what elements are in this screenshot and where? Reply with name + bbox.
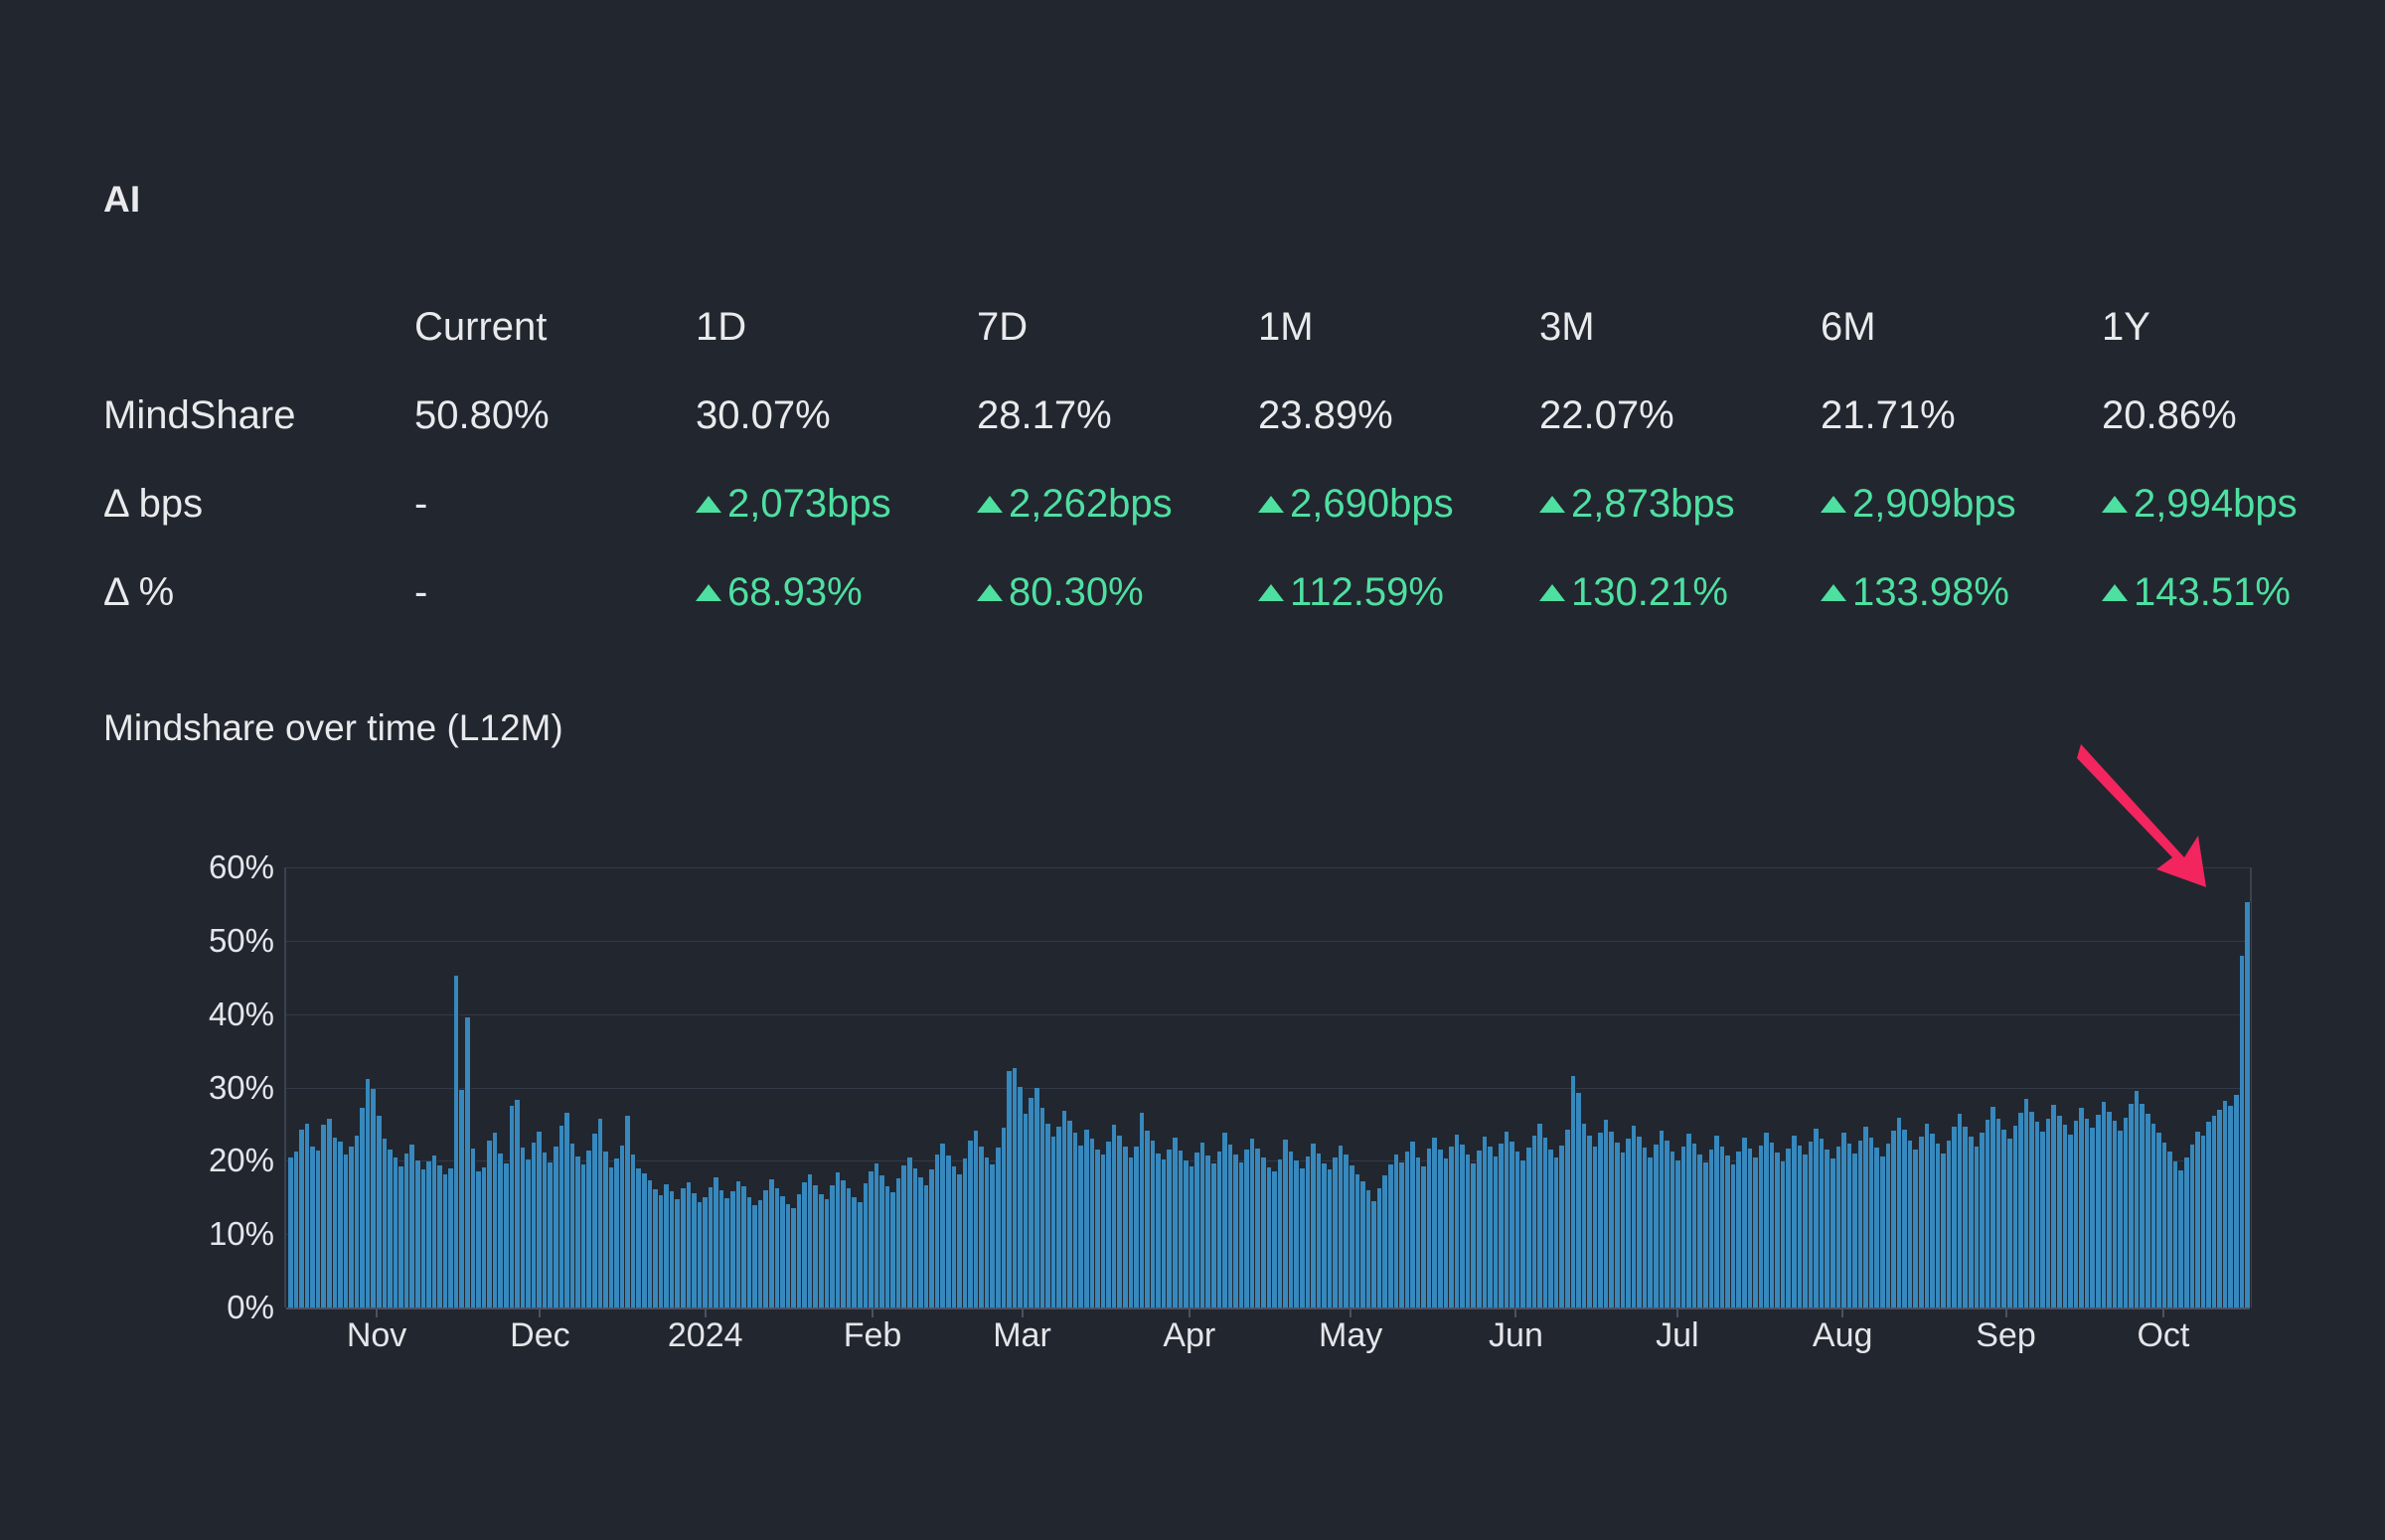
triangle-up-icon (1258, 584, 1284, 601)
x-tick-label: Jul (1656, 1316, 1699, 1354)
header-6m: 6M (1821, 305, 1876, 349)
x-tick-label: Aug (1812, 1316, 1873, 1354)
cell-r1-c1: 2,073bps (696, 460, 977, 548)
x-tick-label: Mar (993, 1316, 1051, 1354)
cell-r1-c2: 2,262bps (977, 460, 1258, 548)
cell-r2-c6: 143.51% (2102, 548, 2383, 637)
cell-r1-c4: 2,873bps (1539, 460, 1821, 548)
cell-value: 130.21% (1571, 570, 1728, 614)
y-tick-label: 40% (208, 995, 274, 1032)
page-title: AI (103, 179, 141, 220)
row-label-2: Δ % (103, 570, 175, 614)
gridline (286, 1308, 2250, 1309)
triangle-up-icon (1258, 496, 1284, 513)
cell-value: 80.30% (1009, 570, 1144, 614)
cell-r2-c5: 133.98% (1821, 548, 2102, 637)
cell-value: 2,994bps (2134, 482, 2298, 526)
cell-value: 2,262bps (1009, 482, 1173, 526)
x-tick-label: Apr (1163, 1316, 1216, 1354)
mindshare-chart: 60% 50% 40% 30% 20% 10% 0% Nov Dec 2024 Feb Mar Apr… (103, 840, 2280, 1356)
cell-r2-c0: - (414, 570, 428, 614)
triangle-up-icon (1539, 496, 1565, 513)
stats-table: Current 1D 7D 1M 3M 6M 1Y MindShare 50.80… (103, 283, 2383, 637)
cell-r2-c4: 130.21% (1539, 548, 1821, 637)
header-3m: 3M (1539, 305, 1595, 349)
table-row: Δ bps - 2,073bps 2,262bps 2,690bps 2,873bps 2,… (103, 460, 2383, 548)
cell-r1-c0: - (414, 482, 428, 526)
header-1d: 1D (696, 305, 747, 349)
table-header-row: Current 1D 7D 1M 3M 6M 1Y (103, 283, 2383, 372)
y-tick-label: 50% (208, 921, 274, 959)
triangle-up-icon (696, 584, 721, 601)
chart-title: Mindshare over time (L12M) (103, 707, 563, 748)
cell-r0-c6: 20.86% (2102, 393, 2237, 437)
triangle-up-icon (977, 584, 1003, 601)
y-axis-labels: 60% 50% 40% 30% 20% 10% 0% (103, 840, 274, 1325)
y-tick-label: 0% (227, 1289, 274, 1325)
cell-value: 2,873bps (1571, 482, 1735, 526)
triangle-up-icon (1539, 584, 1565, 601)
x-tick-label: Dec (510, 1316, 570, 1354)
header-1y: 1Y (2102, 305, 2150, 349)
x-axis-labels: Nov Dec 2024 Feb Mar Apr May Jun Jul Aug Sep Oct (284, 1309, 2252, 1372)
triangle-up-icon (1821, 496, 1846, 513)
header-1m: 1M (1258, 305, 1314, 349)
x-tick-label: Sep (1976, 1316, 2036, 1354)
triangle-up-icon (2102, 496, 2128, 513)
header-7d: 7D (977, 305, 1029, 349)
cell-value: 2,909bps (1852, 482, 2016, 526)
header-blank (103, 283, 414, 372)
cell-r0-c0: 50.80% (414, 393, 550, 437)
x-tick-label: Feb (843, 1316, 902, 1354)
x-tick-label: 2024 (667, 1316, 743, 1354)
cell-value: 133.98% (1852, 570, 2009, 614)
y-tick-label: 60% (208, 848, 274, 885)
row-label-1: Δ bps (103, 482, 204, 526)
cell-r2-c3: 112.59% (1258, 548, 1539, 637)
cell-r0-c2: 28.17% (977, 393, 1112, 437)
x-tick-label: Jun (1489, 1316, 1543, 1354)
cell-r2-c1: 68.93% (696, 548, 977, 637)
triangle-up-icon (1821, 584, 1846, 601)
cell-r2-c2: 80.30% (977, 548, 1258, 637)
triangle-up-icon (2102, 584, 2128, 601)
bar (2245, 901, 2251, 1308)
cell-value: 143.51% (2134, 570, 2291, 614)
triangle-up-icon (696, 496, 721, 513)
x-tick-label: Nov (346, 1316, 407, 1354)
x-tick-label: Oct (2137, 1316, 2190, 1354)
cell-r1-c6: 2,994bps (2102, 460, 2383, 548)
header-current: Current (414, 305, 548, 349)
mindshare-panel: AI Current 1D 7D 1M 3M 6M 1Y MindShare 50… (0, 0, 2385, 1540)
cell-value: 112.59% (1290, 570, 1444, 614)
table-row: MindShare 50.80% 30.07% 28.17% 23.89% 22.07% 2… (103, 372, 2383, 460)
plot-area (284, 867, 2252, 1309)
y-tick-label: 20% (208, 1142, 274, 1179)
cell-r0-c3: 23.89% (1258, 393, 1393, 437)
triangle-up-icon (977, 496, 1003, 513)
cell-value: 2,690bps (1290, 482, 1454, 526)
cell-value: 2,073bps (727, 482, 891, 526)
cell-r0-c1: 30.07% (696, 393, 831, 437)
bar-series (288, 867, 2251, 1308)
row-label-0: MindShare (103, 393, 296, 437)
x-tick-label: May (1319, 1316, 1383, 1354)
y-tick-label: 10% (208, 1215, 274, 1253)
cell-r0-c4: 22.07% (1539, 393, 1674, 437)
cell-value: 68.93% (727, 570, 863, 614)
y-tick-label: 30% (208, 1068, 274, 1106)
cell-r0-c5: 21.71% (1821, 393, 1956, 437)
plot-frame (284, 867, 2252, 1309)
table-row: Δ % - 68.93% 80.30% 112.59% 130.21% 133.98% 143… (103, 548, 2383, 637)
cell-r1-c3: 2,690bps (1258, 460, 1539, 548)
cell-r1-c5: 2,909bps (1821, 460, 2102, 548)
